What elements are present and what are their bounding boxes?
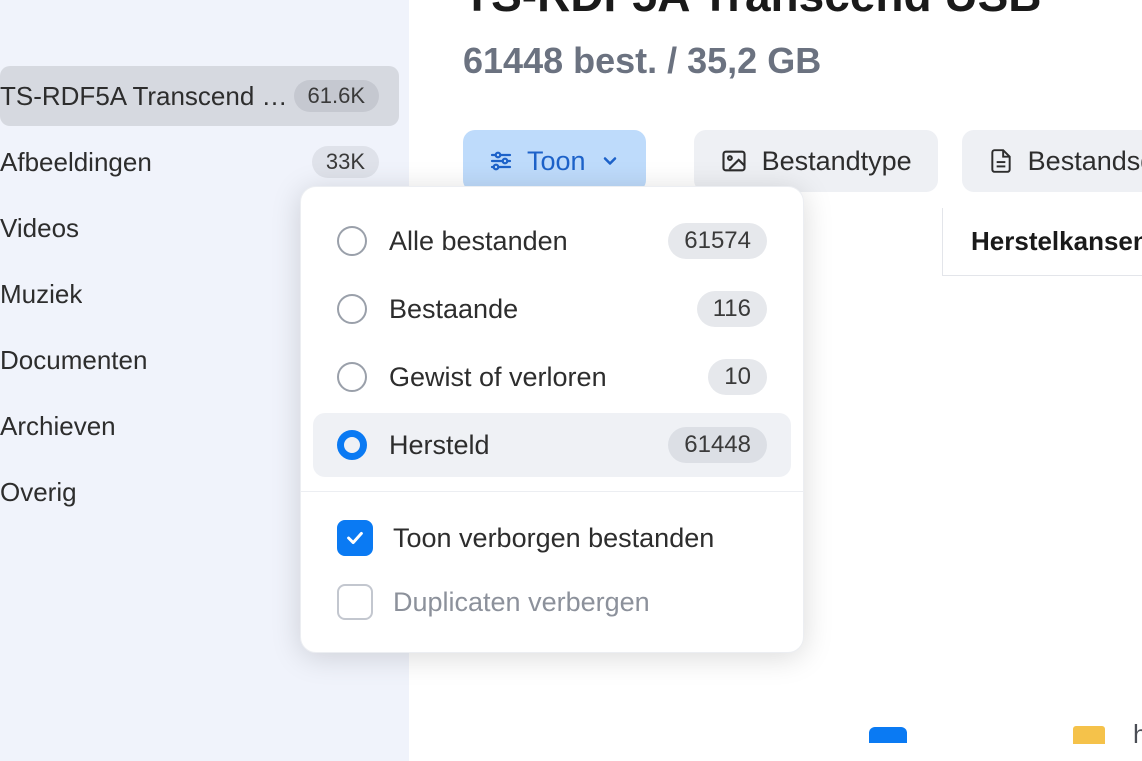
filter-option-label: Hersteld [389,430,646,461]
sidebar-item-images[interactable]: Afbeeldingen 33K [0,132,399,192]
sidebar-item-label: Overig [0,477,77,508]
sidebar-item-label: Afbeeldingen [0,147,152,178]
column-header-recovery[interactable]: Herstelkansen [942,208,1142,276]
sidebar-item-label: Videos [0,213,79,244]
radio-selected-icon [337,430,367,460]
dropdown-separator [301,491,803,492]
filter-option-existing[interactable]: Bestaande 116 [313,277,791,341]
sliders-icon [489,149,513,173]
radio-icon [337,226,367,256]
filter-option-label: Alle bestanden [389,226,646,257]
filesize-filter-button[interactable]: Bestandsgro [962,130,1142,192]
checkbox-icon[interactable] [869,727,907,743]
filter-option-label: Bestaande [389,294,675,325]
page-subtitle: 61448 best. / 35,2 GB [463,40,1142,82]
chevron-down-icon [600,151,620,171]
radio-icon [337,294,367,324]
filter-option-recovered[interactable]: Hersteld 61448 [313,413,791,477]
checkbox-checked-icon [337,520,373,556]
filter-option-count: 61574 [668,223,767,259]
image-icon [720,147,748,175]
table-row-label-fragment: hele (692) [1133,719,1142,750]
toolbar: Toon Bestandtype [463,130,1142,192]
filter-option-count: 10 [708,359,767,395]
sidebar-item-count: 33K [312,146,379,178]
show-filter-button[interactable]: Toon [463,130,646,192]
show-filter-label: Toon [527,146,586,177]
page-title: TS-RDF5A Transcend USB [463,0,1142,22]
show-hidden-checkbox-row[interactable]: Toon verborgen bestanden [301,506,803,570]
show-hidden-label: Toon verborgen bestanden [393,523,714,554]
hide-duplicates-checkbox-row[interactable]: Duplicaten verbergen [301,570,803,634]
sidebar-item-count: 61.6K [294,80,380,112]
hide-duplicates-label: Duplicaten verbergen [393,587,650,618]
filter-option-all-files[interactable]: Alle bestanden 61574 [313,209,791,273]
radio-icon [337,362,367,392]
file-icon [988,148,1014,174]
folder-icon [1073,726,1105,744]
show-filter-dropdown: Alle bestanden 61574 Bestaande 116 Gewis… [300,186,804,653]
filetype-filter-label: Bestandtype [762,146,912,177]
sidebar-item-label: Muziek [0,279,82,310]
sidebar-item-label: TS-RDF5A Transcend U… [0,81,290,112]
sidebar-item-label: Archieven [0,411,116,442]
filetype-filter-button[interactable]: Bestandtype [694,130,938,192]
checkbox-unchecked-icon [337,584,373,620]
filter-option-count: 61448 [668,427,767,463]
filesize-filter-label: Bestandsgro [1028,146,1142,177]
filter-option-label: Gewist of verloren [389,362,686,393]
sidebar-item-device[interactable]: TS-RDF5A Transcend U… 61.6K [0,66,399,126]
sidebar-item-label: Documenten [0,345,147,376]
table-row-peek: hele (692) [869,719,1142,750]
filter-option-count: 116 [697,291,767,327]
filter-option-deleted[interactable]: Gewist of verloren 10 [313,345,791,409]
